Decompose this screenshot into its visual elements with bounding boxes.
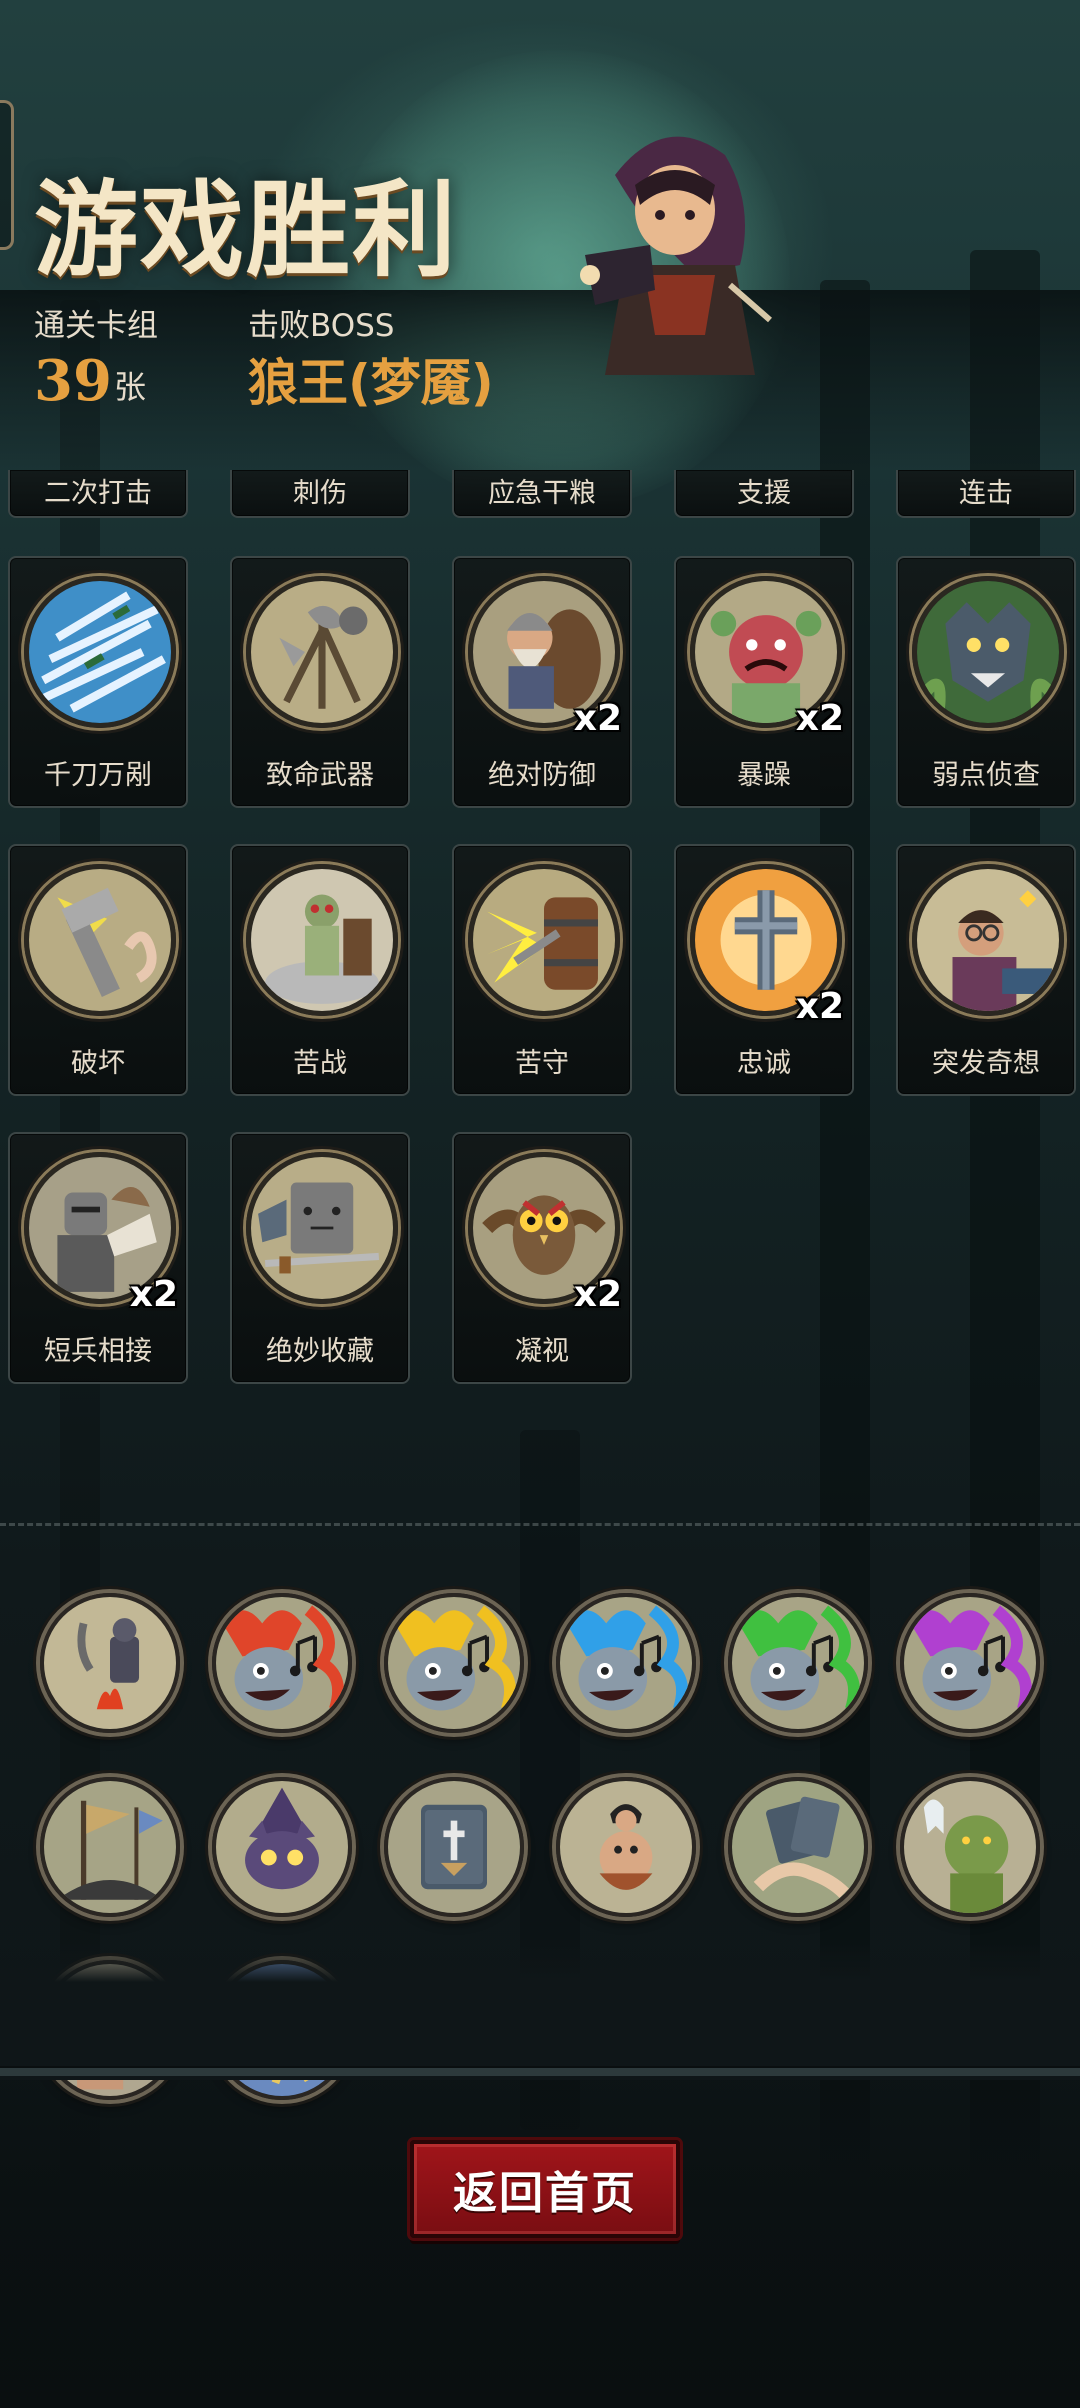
relic-medallion[interactable] [384, 1777, 524, 1917]
card-label: 短兵相接 [44, 1336, 152, 1367]
card-label: 绝妙收藏 [266, 1336, 374, 1367]
relic-medallion[interactable] [728, 1593, 868, 1733]
card-label: 忠诚 [737, 1048, 791, 1079]
card-art [24, 576, 176, 728]
relic-medallion[interactable] [40, 1593, 180, 1733]
spellbook-icon [388, 1781, 520, 1913]
relic-medallion[interactable] [900, 1593, 1040, 1733]
card-label: 刺伤 [293, 478, 347, 509]
card-label: 苦战 [293, 1048, 347, 1079]
side-tab [0, 100, 14, 250]
book-sword-icon [251, 1157, 393, 1299]
deck-card[interactable]: 刺伤 [230, 470, 410, 518]
relic-medallion[interactable] [556, 1777, 696, 1917]
boss-name: 狼王(梦魇) [248, 354, 494, 412]
red-ghost-music-icon [216, 1597, 348, 1729]
boss-label: 击败BOSS [248, 308, 395, 344]
relic-medallion[interactable] [40, 1777, 180, 1917]
card-label: 致命武器 [266, 760, 374, 791]
relic-panel-edge [0, 2068, 1080, 2076]
battle-banner-icon [44, 1781, 176, 1913]
deck-card[interactable]: x2 暴躁 [674, 556, 854, 808]
deck-unit: 张 [114, 368, 147, 406]
card-label: 千刀万剐 [44, 760, 152, 791]
card-label: 破坏 [71, 1048, 125, 1079]
relic-scroll-fade [0, 1940, 1080, 2080]
victory-header: 游戏胜利 通关卡组 39 张 击败BOSS 狼王(梦魇) [0, 0, 1080, 470]
deck-card[interactable]: x2 绝对防御 [452, 556, 632, 808]
deck-card[interactable]: 突发奇想 [896, 844, 1076, 1096]
card-label: 暴躁 [737, 760, 791, 791]
wolf-icon [917, 581, 1059, 723]
relic-medallion[interactable] [212, 1593, 352, 1733]
card-label: 弱点侦查 [932, 760, 1040, 791]
hooded-hero-illustration [555, 115, 785, 385]
deck-card[interactable]: x2 短兵相接 [8, 1132, 188, 1384]
page-title: 游戏胜利 [34, 169, 459, 291]
deck-card[interactable]: 应急干粮 [452, 470, 632, 518]
weapons-icon [251, 581, 393, 723]
card-art [246, 576, 398, 728]
deck-card[interactable]: x2 凝视 [452, 1132, 632, 1384]
card-label: 支援 [737, 478, 791, 509]
card-count-badge: x2 [573, 698, 622, 739]
hammer-icon [29, 869, 171, 1011]
deck-card[interactable]: 破坏 [8, 844, 188, 1096]
card-art [912, 864, 1064, 1016]
scholar-icon [917, 869, 1059, 1011]
return-home-label: 返回首页 [453, 2168, 637, 2219]
witch-cat-icon [216, 1781, 348, 1913]
card-count-badge: x2 [573, 1274, 622, 1315]
blades-icon [29, 581, 171, 723]
card-art [24, 864, 176, 1016]
purple-ghost-music-icon [904, 1597, 1036, 1729]
card-art [246, 1152, 398, 1304]
yellow-ghost-music-icon [388, 1597, 520, 1729]
card-art [468, 864, 620, 1016]
deck-card[interactable]: 支援 [674, 470, 854, 518]
relic-medallion[interactable] [728, 1777, 868, 1917]
blue-ghost-music-icon [560, 1597, 692, 1729]
deck-card[interactable]: 千刀万剐 [8, 556, 188, 808]
deck-card[interactable]: 苦守 [452, 844, 632, 1096]
card-art [912, 576, 1064, 728]
deck-card[interactable]: 致命武器 [230, 556, 410, 808]
card-count-badge: x2 [795, 698, 844, 739]
relic-medallion[interactable] [900, 1777, 1040, 1917]
barrel-shield-icon [473, 869, 615, 1011]
relic-medallion[interactable] [556, 1593, 696, 1733]
card-label: 二次打击 [44, 478, 152, 509]
deck-label: 通关卡组 [34, 308, 158, 344]
card-count-badge: x2 [129, 1274, 178, 1315]
card-label: 绝对防御 [488, 760, 596, 791]
deck-card[interactable]: 二次打击 [8, 470, 188, 518]
green-ghost-music-icon [732, 1597, 864, 1729]
pirate-crew-icon [560, 1781, 692, 1913]
mummy-icon [251, 869, 393, 1011]
card-label: 突发奇想 [932, 1048, 1040, 1079]
section-divider [0, 1523, 1080, 1526]
relic-medallion[interactable] [384, 1593, 524, 1733]
deck-card[interactable]: x2 忠诚 [674, 844, 854, 1096]
card-hand-icon [732, 1781, 864, 1913]
return-home-button[interactable]: 返回首页 [410, 2140, 680, 2238]
deck-card[interactable]: 连击 [896, 470, 1076, 518]
campfire-knight-icon [44, 1597, 176, 1729]
deck-card[interactable]: 弱点侦查 [896, 556, 1076, 808]
deck-card[interactable]: 绝妙收藏 [230, 1132, 410, 1384]
ghost-ogre-icon [904, 1781, 1036, 1913]
relic-medallion[interactable] [212, 1777, 352, 1917]
card-label: 苦守 [515, 1048, 569, 1079]
card-count-badge: x2 [795, 986, 844, 1027]
card-art [246, 864, 398, 1016]
card-label: 连击 [959, 478, 1013, 509]
card-label: 应急干粮 [488, 478, 596, 509]
deck-count: 39 [34, 348, 112, 414]
deck-card[interactable]: 苦战 [230, 844, 410, 1096]
card-label: 凝视 [515, 1336, 569, 1367]
